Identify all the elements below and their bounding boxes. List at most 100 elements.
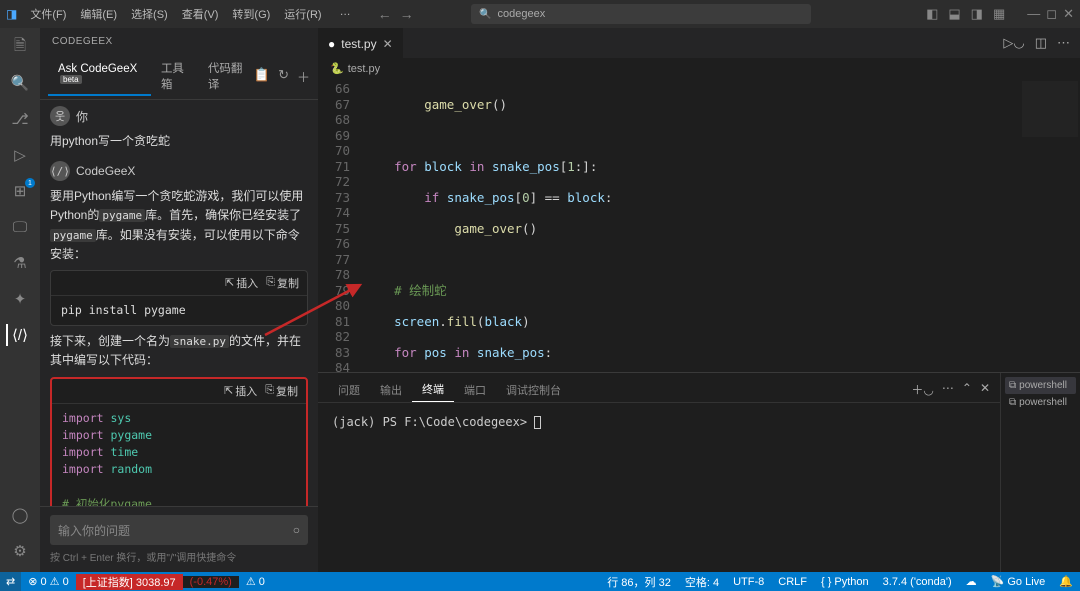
tab-ask[interactable]: Ask CodeGeeX beta	[48, 56, 151, 96]
bot-p1: 要用Python编写一个贪吃蛇游戏，我们可以使用Python的pygame库。首…	[50, 187, 308, 264]
language-mode[interactable]: { } Python	[814, 574, 876, 590]
panel-tab-output[interactable]: 输出	[370, 378, 412, 402]
status-zero[interactable]: ⚠ 0	[239, 575, 272, 588]
scm-icon[interactable]: ⎇	[9, 108, 31, 130]
split-icon[interactable]: ◫	[1035, 35, 1047, 51]
nav-fwd-icon[interactable]: →	[400, 6, 414, 22]
cloud-icon[interactable]: ☁	[959, 574, 984, 590]
title-right: ◧ ⬓ ◨ ▦ — ◻ ✕	[926, 6, 1074, 22]
powershell-icon: ⧉	[1009, 397, 1016, 408]
terminal-new-icon[interactable]: ＋◡	[911, 381, 933, 398]
go-live[interactable]: 📡 Go Live	[984, 574, 1053, 590]
python-version[interactable]: 3.7.4 ('conda')	[876, 574, 959, 590]
eol[interactable]: CRLF	[771, 574, 814, 590]
user-message: 웃你 用python写一个贪吃蛇	[50, 106, 308, 151]
terminal-close-icon[interactable]: ✕	[980, 381, 990, 398]
powershell-icon: ⧉	[1009, 380, 1016, 391]
code-content[interactable]: game_over() for block in snake_pos[1:]: …	[364, 79, 1020, 372]
menu-bar: 文件(F) 编辑(E) 选择(S) 查看(V) 转到(G) 运行(R) …	[23, 6, 357, 22]
user-label: 你	[76, 108, 88, 125]
layout-left-icon[interactable]: ◧	[926, 6, 938, 22]
remote-icon[interactable]: 🖵	[9, 216, 31, 238]
code-block-2: ⇱ 插入 ⎘ 复制 import sys import pygame impor…	[50, 377, 308, 506]
panel-tab-debug[interactable]: 调试控制台	[496, 378, 571, 402]
copy-button[interactable]: ⎘ 复制	[265, 383, 298, 399]
chat-input-area: 输入你的问题 ○ 按 Ctrl + Enter 换行，或用"/"调用快捷命令	[40, 506, 318, 572]
menu-file[interactable]: 文件(F)	[23, 6, 73, 22]
indent-status[interactable]: 空格: 4	[678, 574, 726, 590]
ext2-icon[interactable]: ✦	[9, 288, 31, 310]
new-chat-icon[interactable]: ＋	[297, 67, 310, 86]
test-icon[interactable]: ⚗	[9, 252, 31, 274]
explorer-icon[interactable]: 🗎	[9, 36, 31, 58]
stock-pct: (-0.47%)	[183, 576, 239, 588]
extensions-icon[interactable]: ⊞1	[9, 180, 31, 202]
panel-tab-terminal[interactable]: 终端	[412, 377, 454, 402]
tab-toolbox[interactable]: 工具箱	[151, 53, 198, 99]
minimize-icon[interactable]: —	[1027, 6, 1040, 22]
terminal-list: ⧉powershell ⧉powershell	[1000, 373, 1080, 572]
tab-bar: ● test.py ✕ ▷◡ ◫ ⋯	[318, 28, 1080, 58]
chat-input[interactable]: 输入你的问题 ○	[50, 515, 308, 545]
panel-tabs: 问题 输出 终端 端口 调试控制台 ＋◡ ⋯ ⌃ ✕	[318, 373, 1000, 403]
code-editor[interactable]: 6667686970717273747576777879808182838485…	[318, 79, 1080, 372]
maximize-icon[interactable]: ◻	[1046, 6, 1057, 22]
menu-goto[interactable]: 转到(G)	[225, 6, 277, 22]
status-bar: ⇄ ⊗ 0 ⚠ 0 [上证指数] 3038.97 (-0.47%) ⚠ 0 行 …	[0, 572, 1080, 591]
codegeex-icon[interactable]: ⟨/⟩	[6, 324, 30, 346]
window-controls: — ◻ ✕	[1027, 6, 1074, 22]
vscode-logo-icon: ◨	[6, 7, 17, 21]
terminal-prompt: (jack) PS F:\Code\codegeex>	[332, 415, 527, 429]
search-sidebar-icon[interactable]: 🔍	[9, 72, 31, 94]
chat-mic-icon[interactable]: ○	[293, 523, 300, 537]
menu-edit[interactable]: 编辑(E)	[73, 6, 124, 22]
command-center[interactable]: 🔍 codegeex	[471, 4, 811, 24]
stock-ticker[interactable]: [上证指数] 3038.97	[76, 574, 183, 590]
error-count[interactable]: ⊗ 0 ⚠ 0	[21, 575, 75, 588]
account-icon[interactable]: ◯	[9, 504, 31, 526]
chat-placeholder: 输入你的问题	[58, 522, 130, 539]
menu-more[interactable]: …	[333, 6, 358, 22]
more-icon[interactable]: ⋯	[1057, 35, 1070, 51]
editor-tab[interactable]: ● test.py ✕	[318, 28, 403, 58]
run-icon[interactable]: ▷◡	[1003, 35, 1024, 51]
bot-avatar-icon: ⟨/⟩	[50, 161, 70, 181]
panel-tab-problems[interactable]: 问题	[328, 378, 370, 402]
layout-custom-icon[interactable]: ▦	[993, 6, 1005, 22]
search-icon: 🔍	[479, 9, 491, 20]
tab-label: test.py	[341, 37, 376, 51]
badge: 1	[25, 178, 35, 188]
close-icon[interactable]: ✕	[1063, 6, 1074, 22]
panel-tab-ports[interactable]: 端口	[454, 378, 496, 402]
insert-button[interactable]: ⇱ 插入	[225, 275, 258, 291]
settings-icon[interactable]: ⚙	[9, 540, 31, 562]
code-body-2[interactable]: import sys import pygame import time imp…	[52, 404, 306, 506]
cursor-position[interactable]: 行 86，列 32	[600, 574, 678, 590]
terminal-more-icon[interactable]: ⋯	[942, 381, 954, 398]
insert-button[interactable]: ⇱ 插入	[224, 383, 257, 399]
clipboard-icon[interactable]: 📋	[254, 67, 270, 86]
encoding[interactable]: UTF-8	[726, 574, 771, 590]
activity-bar: 🗎 🔍 ⎇ ▷ ⊞1 🖵 ⚗ ✦ ⟨/⟩ ◯ ⚙	[0, 28, 40, 572]
remote-status-icon: ⇄	[6, 575, 15, 588]
tab-close-icon[interactable]: ✕	[383, 37, 393, 51]
terminal[interactable]: (jack) PS F:\Code\codegeex>	[318, 403, 1000, 441]
minimap[interactable]	[1020, 79, 1080, 372]
nav-back-icon[interactable]: ←	[378, 6, 392, 22]
title-bar: ◨ 文件(F) 编辑(E) 选择(S) 查看(V) 转到(G) 运行(R) … …	[0, 0, 1080, 28]
terminal-max-icon[interactable]: ⌃	[962, 381, 972, 398]
debug-icon[interactable]: ▷	[9, 144, 31, 166]
breadcrumb[interactable]: 🐍 test.py	[318, 58, 1080, 79]
editor-area: ● test.py ✕ ▷◡ ◫ ⋯ 🐍 test.py 66676869707…	[318, 28, 1080, 572]
refresh-icon[interactable]: ↻	[278, 67, 289, 86]
shell-item[interactable]: ⧉powershell	[1005, 394, 1076, 411]
menu-view[interactable]: 查看(V)	[175, 6, 226, 22]
layout-right-icon[interactable]: ◨	[971, 6, 983, 22]
tab-translate[interactable]: 代码翻译	[198, 53, 254, 99]
menu-run[interactable]: 运行(R)	[277, 6, 328, 22]
layout-bottom-icon[interactable]: ⬓	[948, 6, 960, 22]
bell-icon[interactable]: 🔔	[1052, 574, 1080, 590]
menu-select[interactable]: 选择(S)	[124, 6, 175, 22]
shell-item[interactable]: ⧉powershell	[1005, 377, 1076, 394]
remote-button[interactable]: ⇄	[0, 572, 21, 591]
